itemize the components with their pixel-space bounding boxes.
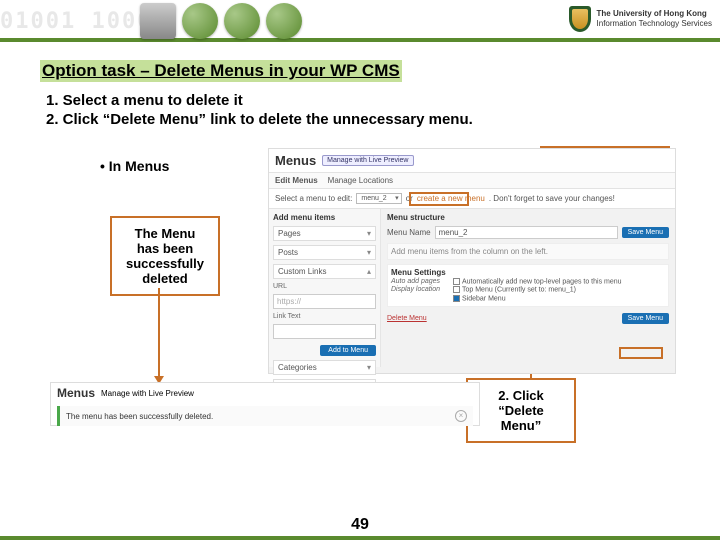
- callout-click-delete: 2. Click “Delete Menu”: [466, 378, 576, 443]
- page-number: 49: [0, 516, 720, 534]
- menu-structure-title: Menu structure: [387, 213, 669, 222]
- add-items-title: Add menu items: [273, 213, 376, 222]
- select-menu-label: Select a menu to edit:: [275, 194, 352, 203]
- header-photo-icon: [140, 3, 176, 39]
- url-label: URL: [273, 283, 376, 290]
- header-globes: [140, 0, 302, 42]
- globe-icon: [266, 3, 302, 39]
- loc-top-checkbox[interactable]: [453, 286, 460, 293]
- menu-name-input[interactable]: menu_2: [435, 226, 618, 239]
- brand-line1: The University of Hong Kong: [597, 9, 712, 19]
- empty-menu-note: Add menu items from the column on the le…: [387, 243, 669, 260]
- accordion-categories[interactable]: Categories▾: [273, 360, 376, 375]
- auto-add-checkbox[interactable]: [453, 278, 460, 285]
- tab-manage-locations[interactable]: Manage Locations: [328, 176, 393, 185]
- callout-deleted: The Menu has been successfully deleted: [110, 216, 220, 296]
- url-input[interactable]: https://: [273, 294, 376, 309]
- step-2: 2. Click “Delete Menu” link to delete th…: [46, 111, 680, 128]
- globe-icon: [224, 3, 260, 39]
- tab-edit-menus[interactable]: Edit Menus: [275, 176, 318, 185]
- success-message: The menu has been successfully deleted.: [66, 412, 213, 421]
- step-1: 1. Select a menu to delete it: [46, 92, 680, 109]
- accordion-custom-links[interactable]: Custom Links▴: [273, 264, 376, 279]
- menu-name-label: Menu Name: [387, 228, 431, 237]
- delete-menu-link[interactable]: Delete Menu: [387, 315, 427, 322]
- wp-heading: Menus: [275, 153, 316, 168]
- globe-icon: [182, 3, 218, 39]
- brand-line2: Information Technology Services: [597, 19, 712, 29]
- menu-settings-title: Menu Settings: [391, 268, 665, 277]
- wp-success-screenshot: Menus Manage with Live Preview The menu …: [50, 382, 480, 426]
- save-menu-button-bottom[interactable]: Save Menu: [622, 313, 669, 324]
- link-text-input[interactable]: [273, 324, 376, 339]
- add-to-menu-button[interactable]: Add to Menu: [320, 345, 376, 356]
- link-text-label: Link Text: [273, 313, 376, 320]
- bullet-in-menus: In Menus: [100, 158, 169, 174]
- dismiss-notice-button[interactable]: ×: [455, 410, 467, 422]
- auto-add-label: Auto add pages: [391, 278, 449, 285]
- footer-line: [0, 536, 720, 540]
- manage-live-preview-button[interactable]: Manage with Live Preview: [322, 155, 413, 166]
- highlight-select-menu: [409, 192, 469, 206]
- hku-shield-icon: [569, 6, 591, 32]
- display-location-label: Display location: [391, 286, 449, 293]
- slide-title: Option task – Delete Menus in your WP CM…: [40, 60, 402, 82]
- accordion-posts[interactable]: Posts▾: [273, 245, 376, 260]
- save-menu-button-top[interactable]: Save Menu: [622, 227, 669, 238]
- loc-sidebar-checkbox[interactable]: [453, 295, 460, 302]
- wp-heading-2: Menus: [57, 386, 95, 400]
- wp-menus-screenshot: Menus Manage with Live Preview Edit Menu…: [268, 148, 676, 374]
- step-list: 1. Select a menu to delete it 2. Click “…: [40, 92, 680, 128]
- manage-live-preview-button-2[interactable]: Manage with Live Preview: [101, 389, 194, 398]
- brand-block: The University of Hong Kong Information …: [569, 6, 712, 32]
- slide-header: 01001 10001 The University of Hong Kong …: [0, 0, 720, 42]
- accordion-pages[interactable]: Pages▾: [273, 226, 376, 241]
- highlight-delete-menu: [619, 347, 663, 359]
- dont-forget-text: . Don't forget to save your changes!: [489, 194, 615, 203]
- menu-select-dropdown[interactable]: menu_2: [356, 193, 401, 204]
